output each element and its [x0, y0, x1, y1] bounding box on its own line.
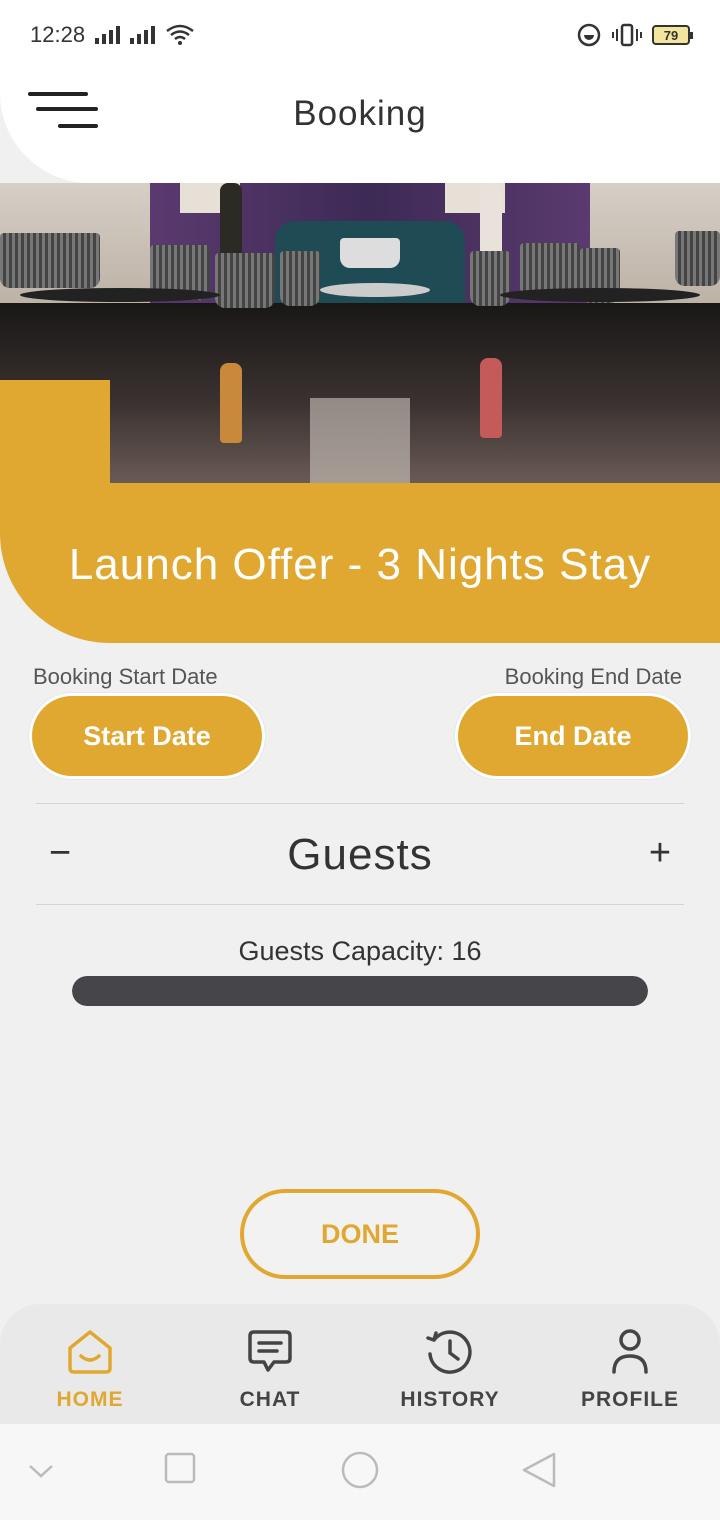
done-button[interactable]: DONE	[240, 1189, 480, 1279]
do-not-disturb-icon	[577, 23, 601, 47]
capacity-progress-fill	[72, 976, 648, 1006]
history-icon	[426, 1330, 472, 1374]
guests-stepper: − Guests +	[36, 804, 684, 904]
vibrate-icon	[612, 23, 642, 47]
decorative-curve	[0, 380, 110, 490]
battery-icon: 79	[652, 25, 693, 45]
nav-chat[interactable]: CHAT	[180, 1304, 360, 1424]
nav-home[interactable]: HOME	[0, 1304, 180, 1424]
offer-title: Launch Offer - 3 Nights Stay	[68, 540, 652, 589]
signal-icon	[95, 26, 121, 44]
back-icon[interactable]	[522, 1452, 556, 1488]
nav-profile-label: PROFILE	[580, 1388, 679, 1411]
offer-banner: Launch Offer - 3 Nights Stay	[0, 483, 720, 643]
bottom-navigation: HOME CHAT HISTORY PROFILE	[0, 1304, 720, 1424]
start-date-button[interactable]: Start Date	[29, 693, 265, 779]
start-date-label: Booking Start Date	[33, 664, 218, 689]
app-header: Booking	[0, 70, 720, 183]
guests-capacity-text: Guests Capacity: 16	[238, 936, 482, 966]
end-date-label: Booking End Date	[504, 664, 682, 689]
nav-home-label: HOME	[56, 1388, 124, 1411]
guests-label: Guests	[287, 830, 433, 879]
home-icon	[68, 1330, 112, 1374]
nav-chat-label: CHAT	[239, 1388, 301, 1411]
recent-apps-icon[interactable]	[164, 1452, 196, 1484]
capacity-progress-bar	[72, 976, 648, 1006]
end-date-button[interactable]: End Date	[455, 693, 691, 779]
nav-history[interactable]: HISTORY	[360, 1304, 540, 1424]
chevron-down-icon[interactable]	[28, 1462, 54, 1480]
chat-icon	[248, 1330, 292, 1372]
signal-icon-2	[130, 26, 156, 44]
system-navigation-bar	[0, 1424, 720, 1520]
status-time: 12:28	[30, 22, 86, 47]
wifi-icon	[166, 24, 194, 45]
status-bar: 12:28 79	[0, 0, 720, 70]
increase-guests-button[interactable]: +	[636, 829, 684, 877]
nav-profile[interactable]: PROFILE	[540, 1304, 720, 1424]
divider	[36, 904, 684, 905]
nav-history-label: HISTORY	[400, 1388, 500, 1411]
home-system-icon[interactable]	[341, 1451, 379, 1489]
profile-icon	[612, 1329, 648, 1374]
page-title: Booking	[293, 94, 427, 133]
